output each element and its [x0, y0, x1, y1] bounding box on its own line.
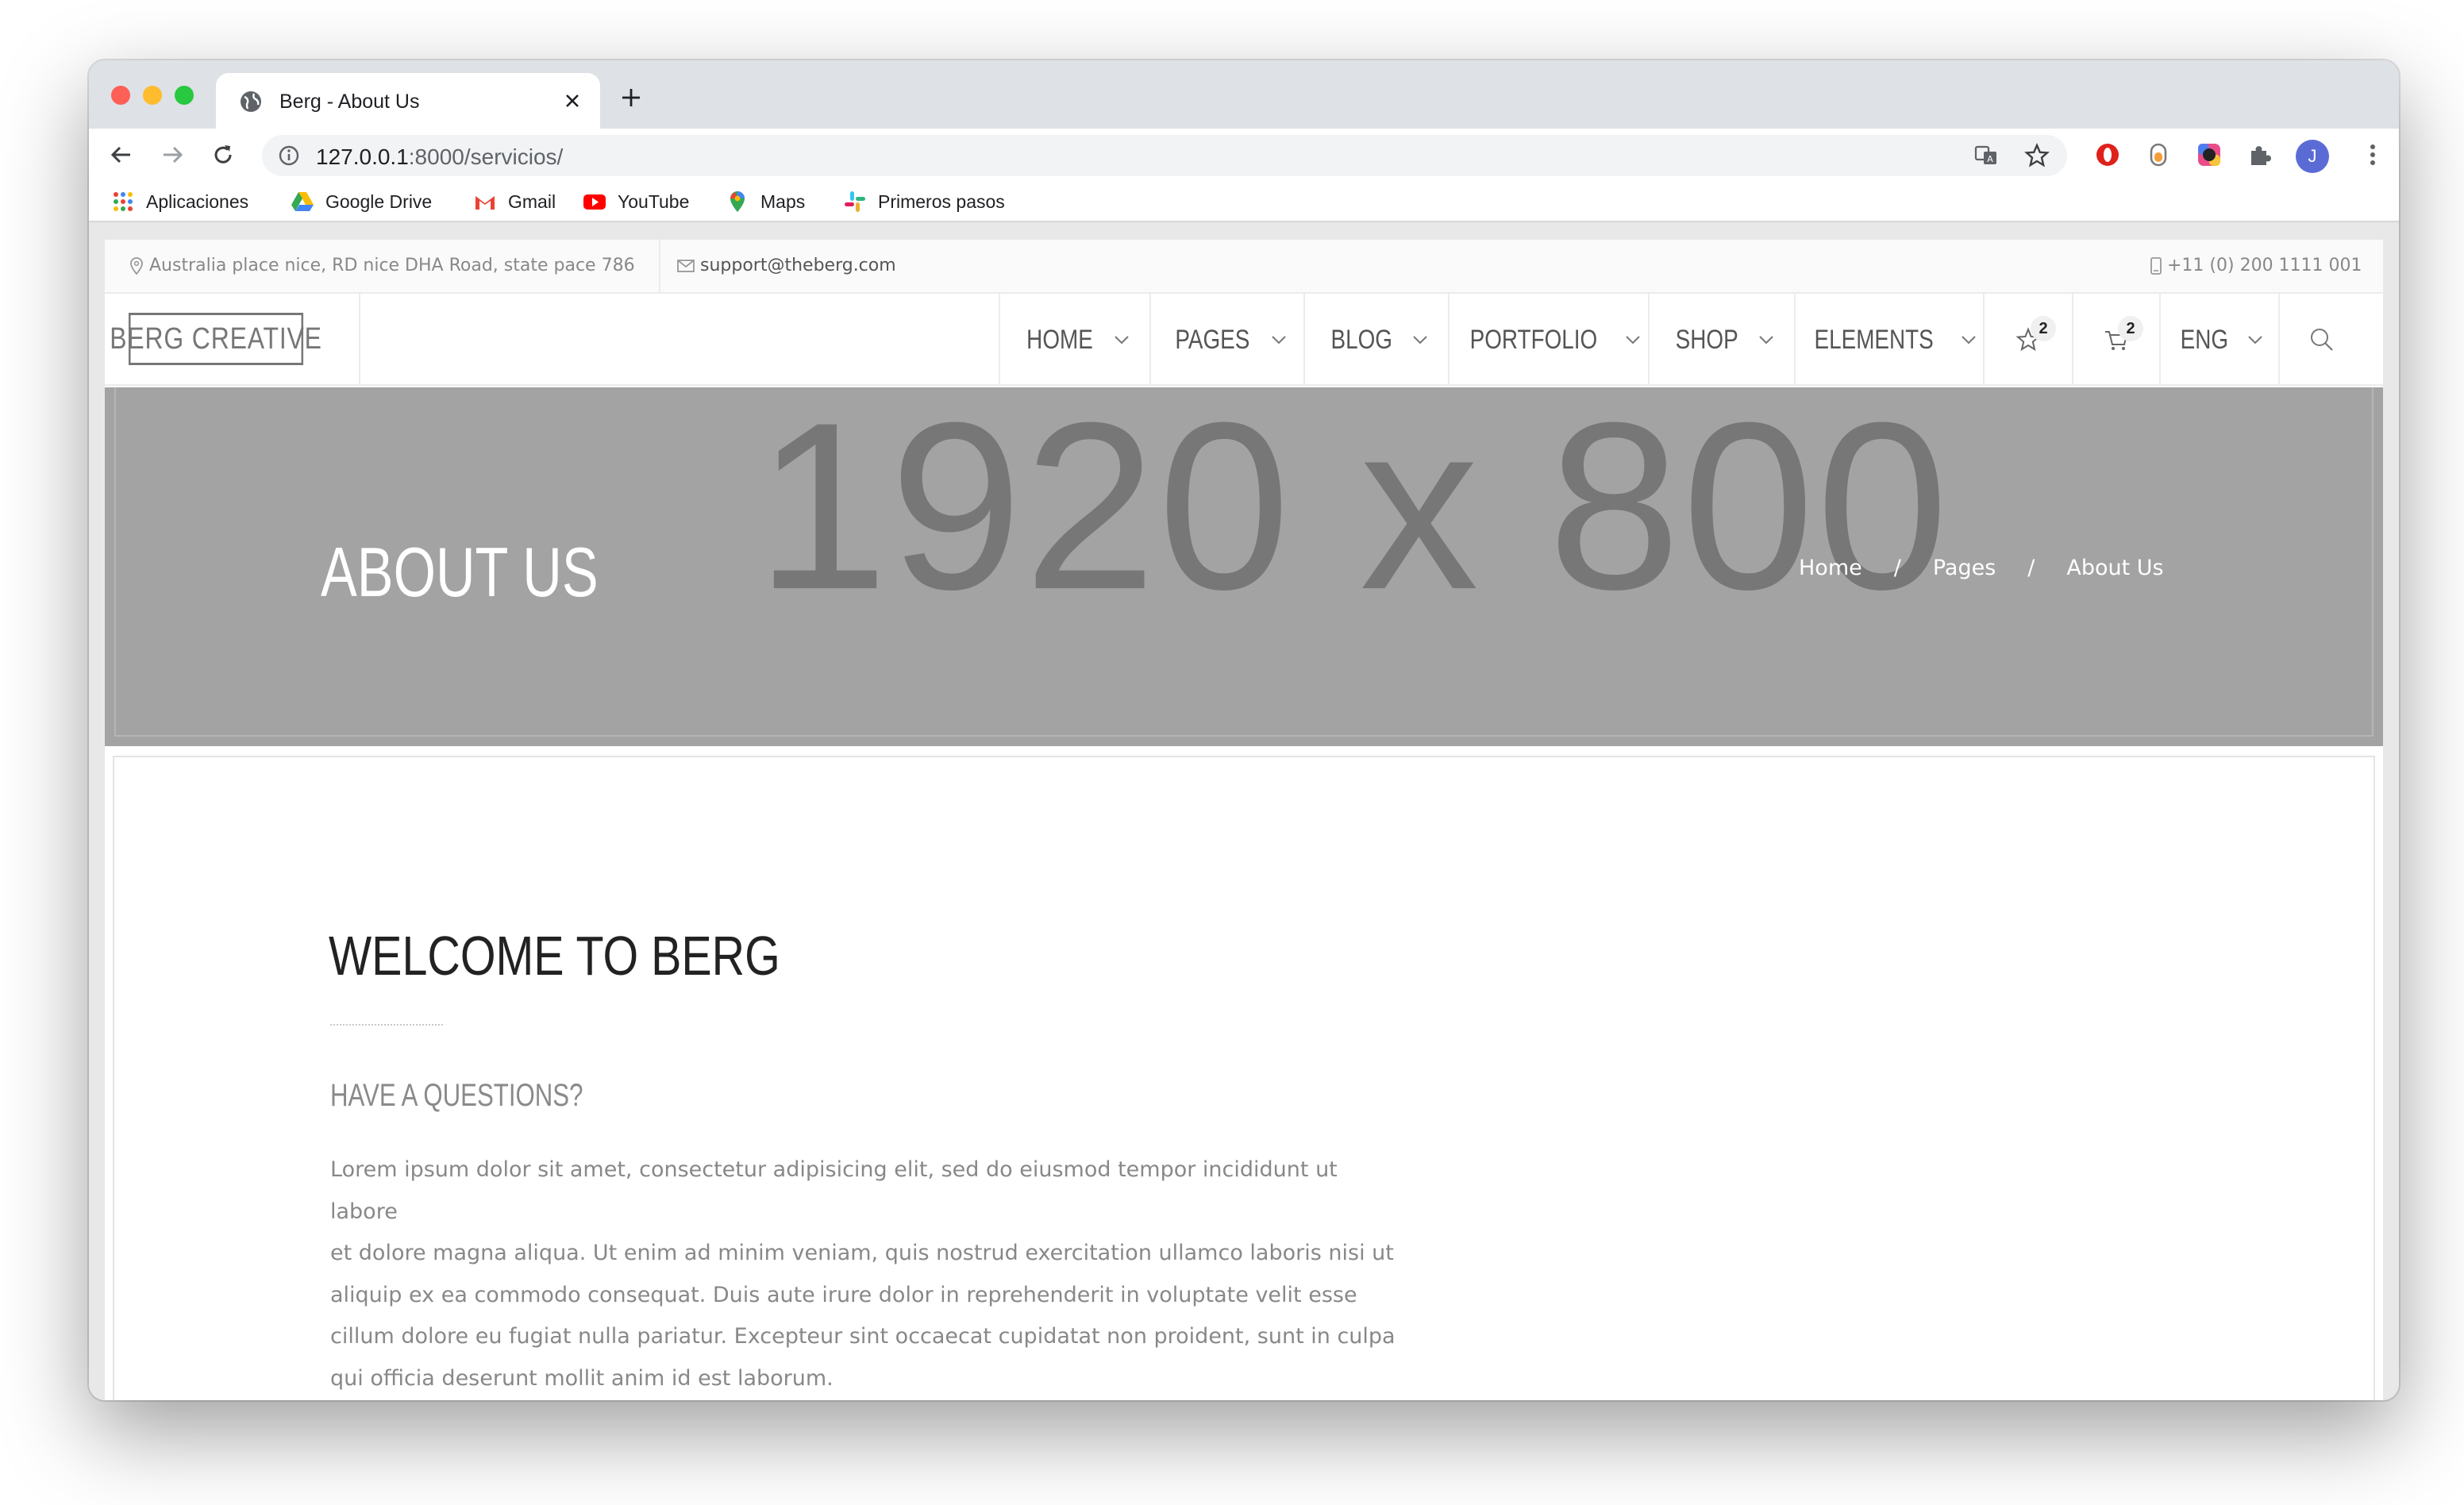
address-info: Australia place nice, RD nice DHA Road, … [129, 256, 635, 275]
svg-text:A: A [1987, 154, 1993, 164]
gmail-icon [475, 196, 495, 210]
mobile-phone-icon [2150, 256, 2162, 275]
search-icon [2311, 329, 2333, 351]
website: Australia place nice, RD nice DHA Road, … [105, 240, 2383, 1400]
google-drive-icon [291, 192, 314, 211]
info-topbar: Australia place nice, RD nice DHA Road, … [105, 240, 2383, 294]
heading-divider [330, 1024, 443, 1026]
wishlist-button[interactable]: 2 [1983, 294, 2072, 386]
image-placeholder-dimensions: 1920 x 800 [756, 372, 1950, 639]
breadcrumb-home[interactable]: Home [1799, 556, 1862, 580]
section-heading: WELCOME TO BERG [329, 925, 780, 987]
bookmark-primeros-pasos[interactable]: Primeros pasos [843, 187, 1005, 216]
chevron-down-icon [1413, 336, 1427, 344]
page-viewport: Australia place nice, RD nice DHA Road, … [89, 224, 2399, 1400]
address-bar[interactable]: 127.0.0.1:8000/servicios/ A [262, 135, 2067, 176]
reload-icon[interactable] [210, 141, 237, 168]
search-button[interactable] [2278, 294, 2364, 386]
bookmark-google-drive[interactable]: Google Drive [291, 187, 432, 216]
breadcrumb-pages[interactable]: Pages [1933, 556, 1996, 580]
page-hero-banner: 1920 x 800 ABOUT US Home / Pages / About… [105, 372, 2383, 746]
email-info[interactable]: support@theberg.com [676, 256, 896, 275]
chevron-down-icon [1759, 336, 1773, 344]
pocket-extension-icon[interactable] [2145, 141, 2172, 168]
chevron-down-icon [2248, 336, 2262, 344]
paragraph-line: et dolore magna aliqua. Ut enim ad minim… [330, 1241, 1394, 1265]
location-pin-icon [130, 256, 143, 275]
chevron-down-icon [1961, 336, 1976, 344]
paragraph-line: Lorem ipsum dolor sit amet, consectetur … [330, 1157, 1338, 1224]
new-tab-plus-icon[interactable] [619, 86, 643, 110]
profile-avatar[interactable]: J [2296, 140, 2329, 173]
paragraph-line: cillum dolore eu fugiat nulla pariatur. … [330, 1324, 1396, 1349]
chevron-down-icon [1626, 336, 1640, 344]
browser-toolbar: 127.0.0.1:8000/servicios/ A J [89, 129, 2399, 181]
phone-info: +11 (0) 200 1111 001 [2150, 256, 2362, 275]
breadcrumb-current: About Us [2066, 556, 2164, 580]
paragraph-line: aliquip ex ea commodo consequat. Duis au… [330, 1282, 1357, 1307]
main-content: WELCOME TO BERG HAVE A QUESTIONS? Lorem … [113, 756, 2375, 1400]
site-logo[interactable]: BERG CREATIVE [110, 313, 321, 365]
site-info-icon[interactable] [276, 143, 302, 168]
slack-icon [845, 191, 865, 212]
minimize-window-button[interactable] [143, 86, 162, 105]
translate-icon[interactable]: A [1973, 143, 1999, 168]
breadcrumb: Home / Pages / About Us [1799, 556, 2164, 580]
apps-grid-icon [114, 192, 133, 211]
paragraph-line: qui officia deserunt mollit anim id est … [330, 1365, 834, 1391]
opera-extension-icon[interactable] [2094, 141, 2121, 168]
bookmark-star-icon[interactable] [2024, 143, 2050, 168]
topbar-divider [659, 240, 660, 294]
youtube-icon [583, 194, 606, 210]
globe-icon [241, 91, 261, 112]
cart-button[interactable]: 2 [2072, 294, 2159, 386]
breadcrumb-separator: / [1893, 556, 1901, 580]
back-arrow-icon[interactable] [108, 141, 135, 168]
bookmark-gmail[interactable]: Gmail [473, 187, 556, 216]
intro-paragraph: Lorem ipsum dolor sit amet, consectetur … [330, 1149, 1402, 1399]
forward-arrow-icon[interactable] [159, 141, 186, 168]
section-subheading: HAVE A QUESTIONS? [330, 1078, 583, 1113]
bookmark-maps[interactable]: Maps [726, 187, 805, 216]
colorpicker-extension-icon[interactable] [2196, 141, 2223, 168]
envelope-icon [677, 259, 695, 272]
tab-strip: Berg - About Us [89, 60, 2399, 129]
bookmark-youtube[interactable]: YouTube [583, 187, 689, 216]
bookmark-aplicaciones[interactable]: Aplicaciones [111, 187, 248, 216]
browser-tab[interactable]: Berg - About Us [216, 73, 600, 129]
extensions-puzzle-icon[interactable] [2246, 141, 2273, 168]
kebab-menu-icon[interactable] [2359, 141, 2386, 168]
close-window-button[interactable] [111, 86, 130, 105]
language-selector[interactable]: ENG [2159, 294, 2278, 386]
chevron-down-icon [1272, 336, 1287, 344]
cart-count-badge: 2 [2118, 316, 2143, 341]
maximize-window-button[interactable] [175, 86, 194, 105]
breadcrumb-separator: / [2027, 556, 2035, 580]
browser-window: Berg - About Us 127.0.0.1:8000/servicios… [89, 60, 2399, 1400]
maps-pin-icon [730, 191, 745, 212]
chevron-down-icon [1115, 336, 1129, 344]
close-tab-icon[interactable] [562, 90, 583, 111]
logo-divider [359, 294, 360, 386]
url-text: 127.0.0.1:8000/servicios/ [316, 144, 564, 169]
bookmarks-bar: Aplicaciones Google Drive Gmail YouTube [89, 181, 2399, 222]
tab-title: Berg - About Us [279, 90, 420, 113]
wishlist-count-badge: 2 [2031, 316, 2056, 341]
page-title: ABOUT US [321, 533, 599, 611]
